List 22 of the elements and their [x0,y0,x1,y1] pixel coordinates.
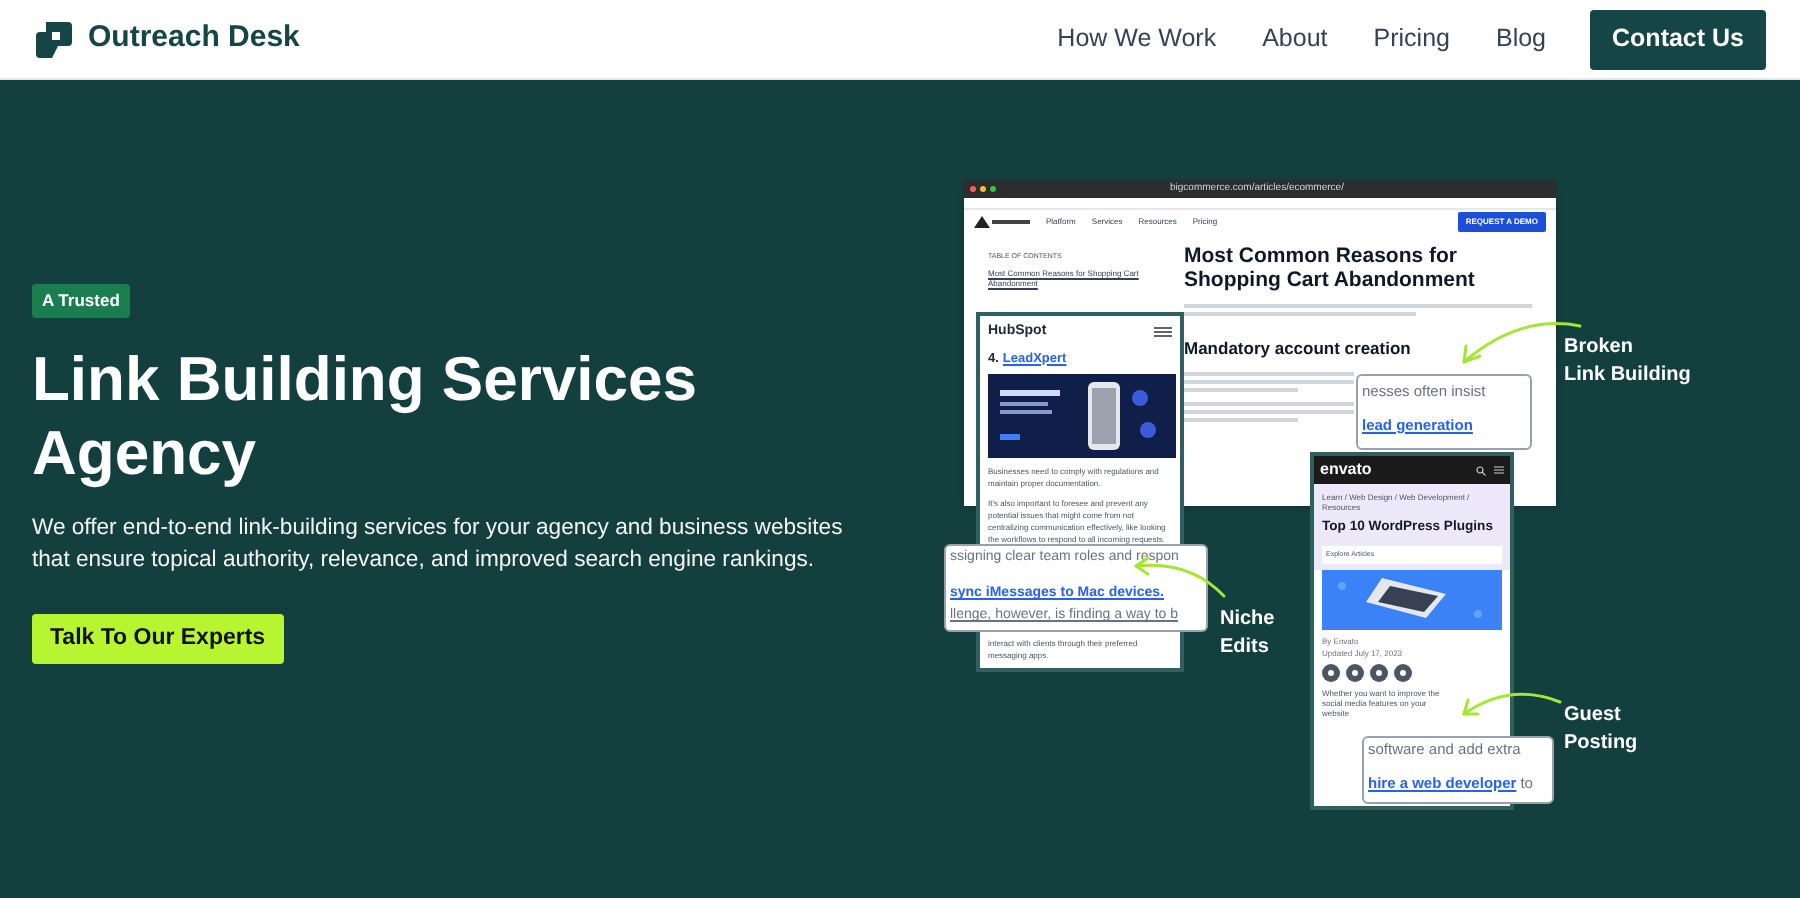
nav-link[interactable]: How We Work [1057,20,1217,58]
trusted-badge: A Trusted [32,284,130,318]
nav-link[interactable]: About [1262,20,1328,58]
hero-description: We offer end-to-end link-building services for your agency and business websites that ensure topical authority, relevance, and improved search engine rankings. [32,513,845,576]
brand-logo: envato [1320,458,1372,482]
window-controls-icon [970,186,996,192]
menu-icon[interactable] [1154,326,1172,339]
section-heading: Mandatory account creation [1184,336,1413,362]
search-icon[interactable] [1476,465,1486,475]
nav-link[interactable]: Pricing [1373,20,1450,58]
curved-arrow [1462,692,1562,716]
contact-button[interactable]: Contact Us [1590,9,1766,69]
nav-link[interactable]: Blog [1495,20,1547,58]
service-label: Guest Posting [1564,702,1638,758]
service-label: Broken Link Building [1564,334,1691,390]
logo-icon [974,216,1030,228]
service-label: Niche Edits [1220,606,1275,662]
hero-title: Link Building Services Agency [32,341,699,490]
article-heading: Most Common Reasons for Shopping Cart Abandonment [1184,244,1477,292]
brand-name[interactable]: Outreach Desk [88,16,300,62]
logo-icon[interactable] [34,19,74,59]
cta-button[interactable]: Talk To Our Experts [32,613,284,664]
